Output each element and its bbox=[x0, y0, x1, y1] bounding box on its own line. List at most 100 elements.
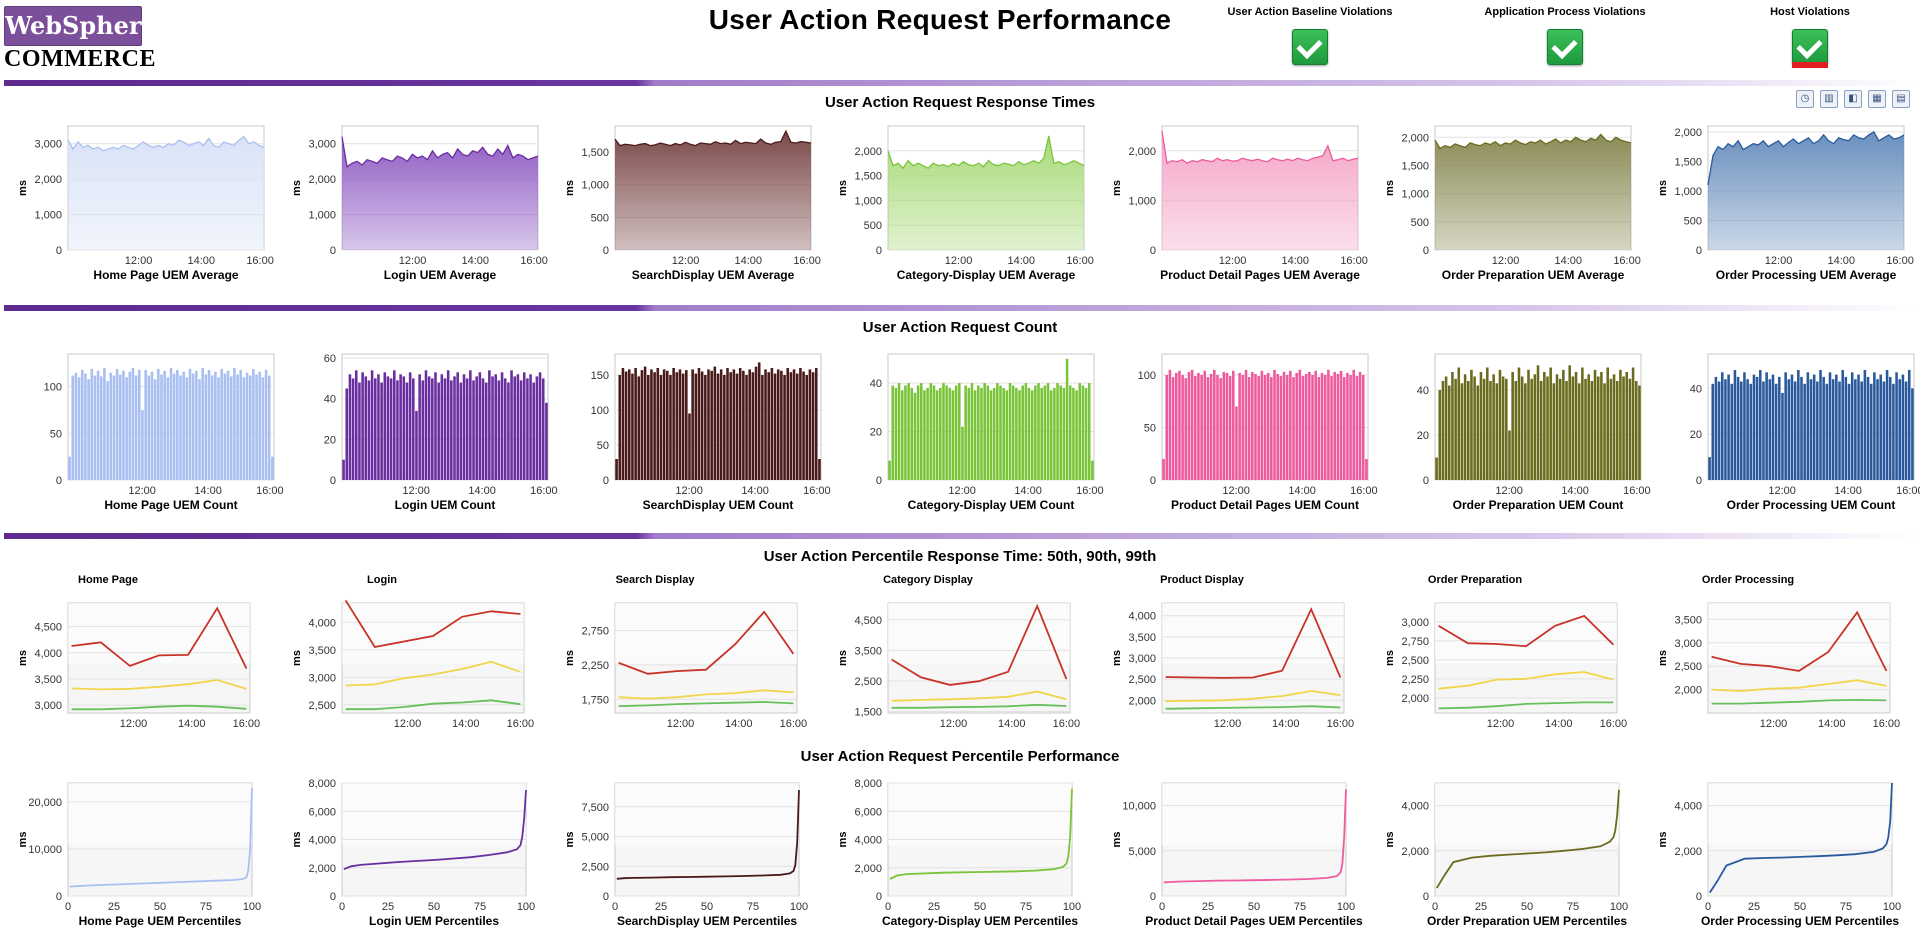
logo-websphere: WebSphere. bbox=[4, 6, 165, 46]
bar bbox=[1238, 372, 1241, 480]
bar bbox=[1479, 372, 1483, 480]
chart-area-7: 0 500 1,000 1,500 2,000 ms 12:00 14:00 16:00Orde… bbox=[1657, 125, 1914, 282]
bar bbox=[475, 376, 478, 480]
bar bbox=[640, 370, 644, 480]
bar bbox=[412, 378, 415, 480]
bar bbox=[900, 390, 904, 480]
bar bbox=[773, 373, 777, 480]
status-baseline-violations[interactable]: User Action Baseline Violations bbox=[1200, 6, 1420, 65]
y-axis-label: ms bbox=[17, 650, 29, 666]
bar bbox=[80, 369, 84, 480]
check-icon bbox=[1792, 29, 1828, 65]
y-tick-label: 3,500 bbox=[854, 645, 882, 657]
y-tick-label: 0 bbox=[603, 475, 609, 487]
x-tick-label: 16:00 bbox=[1076, 485, 1104, 497]
plot-highlight bbox=[1435, 603, 1617, 664]
bar bbox=[1762, 381, 1765, 480]
bar bbox=[176, 369, 179, 480]
chart-line-1: 3,000 3,500 4,000 4,500 ms 12:00 14:00 16:00 bbox=[17, 602, 260, 730]
plot-highlight bbox=[1162, 783, 1346, 846]
status-application-process-violations[interactable]: Application Process Violations bbox=[1455, 6, 1675, 65]
x-tick-label: 75 bbox=[200, 901, 212, 913]
bar bbox=[1771, 374, 1775, 480]
bar bbox=[1460, 383, 1464, 481]
bar bbox=[646, 375, 650, 480]
x-tick-label: 16:00 bbox=[1896, 485, 1920, 497]
bar bbox=[1228, 376, 1232, 480]
plot-highlight bbox=[68, 783, 252, 846]
bar bbox=[1018, 390, 1021, 480]
bar bbox=[675, 372, 679, 480]
bar bbox=[1441, 381, 1445, 480]
clock-icon[interactable]: ◷ bbox=[1796, 90, 1814, 108]
status-label: Host Violations bbox=[1770, 6, 1850, 18]
y-tick-label: 10,000 bbox=[28, 844, 62, 856]
bar bbox=[510, 370, 513, 480]
bar bbox=[1555, 374, 1559, 481]
chart-caption: Category-Display UEM Percentiles bbox=[882, 914, 1078, 928]
bar bbox=[68, 456, 71, 480]
bar bbox=[150, 371, 154, 480]
y-tick-label: 4,000 bbox=[34, 648, 62, 660]
bar bbox=[697, 368, 701, 480]
x-tick-label: 14:00 bbox=[1282, 255, 1310, 267]
bar bbox=[1546, 376, 1549, 480]
bar bbox=[1739, 381, 1743, 480]
x-tick-label: 50 bbox=[1248, 901, 1260, 913]
x-tick-label: 12:00 bbox=[394, 718, 422, 730]
bar bbox=[1885, 370, 1889, 480]
y-tick-label: 40 bbox=[324, 394, 336, 406]
bar bbox=[735, 373, 739, 480]
bar bbox=[519, 380, 523, 480]
check-icon bbox=[1292, 29, 1328, 65]
chart-toolbar: ◷ ▥ ◧ ▦ ▤ bbox=[1796, 90, 1910, 108]
y-tick-label: 0 bbox=[1423, 245, 1429, 257]
bar bbox=[172, 373, 176, 480]
bar bbox=[242, 377, 246, 480]
y-axis-label: ms bbox=[1657, 650, 1669, 666]
bar bbox=[904, 385, 907, 480]
bar bbox=[1059, 385, 1063, 480]
bar bbox=[1581, 367, 1584, 480]
bar bbox=[799, 368, 802, 480]
x-tick-label: 14:00 bbox=[725, 718, 753, 730]
x-tick-label: 12:00 bbox=[672, 255, 700, 267]
bar bbox=[233, 368, 236, 480]
bar bbox=[977, 385, 980, 480]
bar bbox=[424, 370, 428, 480]
chart-pct-5: 0 5,000 10,000 ms 0 25 50 75 100Product Detail P… bbox=[1111, 782, 1363, 928]
status-host-violations[interactable]: Host Violations bbox=[1700, 6, 1920, 68]
y-tick-label: 1,000 bbox=[308, 210, 336, 222]
bar bbox=[236, 374, 239, 480]
bar bbox=[1216, 375, 1219, 480]
x-tick-label: 14:00 bbox=[1834, 485, 1862, 497]
bar-chart-icon[interactable]: ▥ bbox=[1820, 90, 1838, 108]
bar bbox=[818, 459, 821, 480]
grid-icon[interactable]: ▦ bbox=[1868, 90, 1886, 108]
bar bbox=[188, 368, 192, 480]
y-tick-label: 50 bbox=[1144, 423, 1156, 435]
bar bbox=[1787, 379, 1791, 480]
bar bbox=[1549, 367, 1552, 480]
bar bbox=[1634, 381, 1638, 480]
bar bbox=[700, 371, 704, 480]
bar bbox=[1628, 378, 1632, 481]
x-tick-label: 75 bbox=[1840, 901, 1852, 913]
layout-menu-icon[interactable]: ▤ bbox=[1892, 90, 1910, 108]
bar bbox=[1352, 369, 1356, 481]
x-tick-label: 16:00 bbox=[1350, 485, 1378, 497]
x-tick-label: 16:00 bbox=[233, 718, 261, 730]
bar bbox=[916, 385, 920, 480]
x-tick-label: 14:00 bbox=[468, 485, 496, 497]
bar bbox=[1711, 383, 1715, 480]
bar bbox=[719, 369, 723, 480]
bar bbox=[691, 369, 694, 480]
bar bbox=[535, 376, 539, 480]
y-tick-label: 1,000 bbox=[1674, 186, 1702, 198]
x-tick-label: 100 bbox=[243, 901, 261, 913]
y-tick-label: 40 bbox=[1690, 383, 1702, 395]
bar bbox=[87, 379, 90, 480]
bar bbox=[742, 370, 745, 480]
bar bbox=[1784, 372, 1787, 480]
palette-icon[interactable]: ◧ bbox=[1844, 90, 1862, 108]
